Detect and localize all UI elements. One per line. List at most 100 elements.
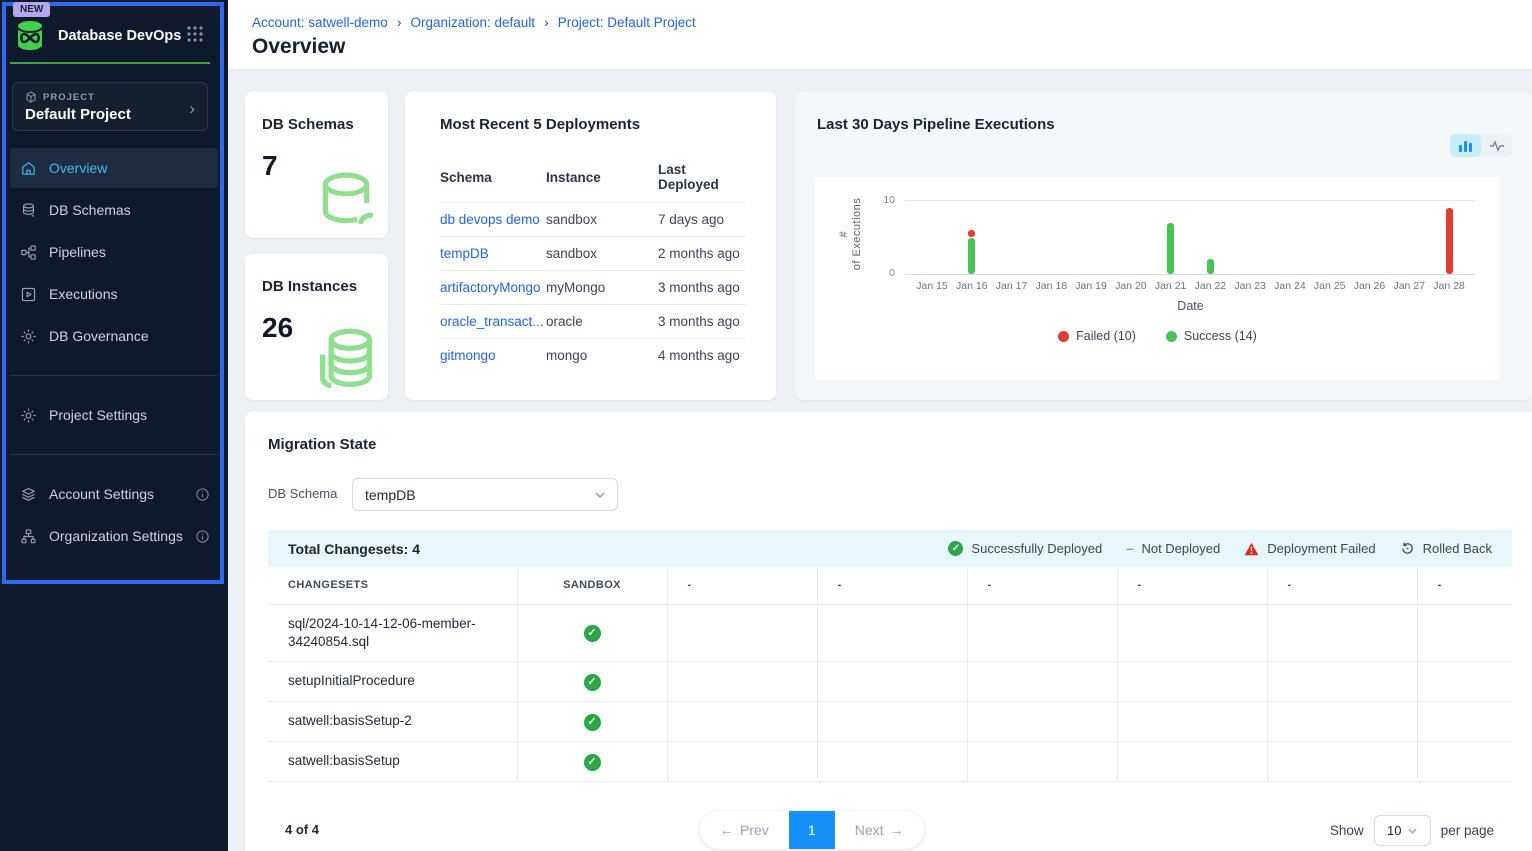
- sidebar-nav: OverviewDB SchemasPipelinesExecutions DB …: [0, 148, 228, 558]
- project-selector[interactable]: PROJECT Default Project ›: [12, 82, 208, 131]
- sidebar-item-account-settings[interactable]: Account Settings: [10, 474, 218, 514]
- schema-link[interactable]: gitmongo: [440, 348, 546, 363]
- page-title: Overview: [252, 35, 345, 59]
- changeset-name: satwell:basisSetup: [268, 741, 517, 781]
- gear-icon: [20, 407, 37, 424]
- bar-jan-16: [968, 238, 975, 275]
- sidebar-item-label: DB Governance: [49, 328, 149, 344]
- breadcrumb: Account: satwell-demo › Organization: defa…: [252, 14, 696, 30]
- sidebar-item-project-settings[interactable]: Project Settings: [10, 395, 218, 435]
- stat-label: DB Instances: [262, 278, 357, 295]
- legend-item-success-14-: Success (14): [1166, 329, 1257, 343]
- x-axis-label: Date: [1161, 299, 1221, 313]
- chevron-down-icon: [595, 492, 605, 498]
- status-legend-rolled-back: Rolled Back: [1400, 541, 1492, 556]
- sidebar-item-db-governance[interactable]: DB Governance: [10, 316, 218, 356]
- dash-icon: –: [1126, 541, 1133, 556]
- deploy-col-schema: Schema: [440, 154, 546, 203]
- changeset-name: sql/2024-10-14-12-06-member-34240854.sql: [268, 604, 517, 661]
- sidebar-item-organization-settings[interactable]: Organization Settings: [10, 516, 218, 556]
- sandbox-status-cell: ✓: [517, 661, 667, 701]
- sidebar-item-db-schemas[interactable]: DB Schemas: [10, 190, 218, 230]
- app-logo-database-icon: [12, 18, 48, 55]
- x-axis-line: [905, 274, 1475, 275]
- empty-cell: [667, 741, 817, 781]
- schema-link[interactable]: oracle_transact...: [440, 314, 546, 329]
- migration-state-panel: Migration State DB Schema tempDB Total C…: [245, 412, 1532, 851]
- last-deployed-cell: 2 months ago: [658, 237, 746, 271]
- apps-grid-icon[interactable]: [186, 25, 204, 48]
- prev-page-button[interactable]: ← Prev: [700, 811, 789, 849]
- sidebar-item-pipelines[interactable]: Pipelines: [10, 232, 218, 272]
- cs-col-dash-6: -: [1267, 567, 1417, 604]
- page-1-button[interactable]: 1: [789, 811, 835, 849]
- gridline-10: [905, 200, 1475, 201]
- breadcrumb-separator: ›: [544, 14, 549, 30]
- pipeline-executions-card: Last 30 Days Pipeline Executions #of Exe…: [795, 92, 1532, 400]
- legend-dot: [1058, 331, 1069, 342]
- database-icon: [20, 202, 37, 219]
- empty-cell: [1117, 741, 1267, 781]
- deploy-row: oracle_transact...oracle3 months ago: [440, 305, 746, 339]
- empty-cell: [817, 701, 967, 741]
- status-legend: ✓Successfully Deployed–Not DeployedDeplo…: [948, 541, 1492, 556]
- show-label: Show: [1330, 823, 1364, 838]
- empty-cell: [667, 604, 817, 661]
- chevron-right-icon: ›: [189, 99, 195, 119]
- db-schema-selected-value: tempDB: [365, 487, 416, 503]
- bar-chart-icon[interactable]: [1450, 134, 1481, 157]
- empty-cell: [967, 604, 1117, 661]
- home-icon: [20, 160, 37, 177]
- y-axis-label: #of Executions: [838, 172, 864, 296]
- last-deployed-cell: 4 months ago: [658, 339, 746, 373]
- executions-chart: #of Executions 100Jan 15Jan 16Jan 17Jan …: [815, 177, 1500, 380]
- migration-title: Migration State: [268, 436, 376, 453]
- instance-cell: sandbox: [546, 203, 658, 237]
- next-page-button[interactable]: Next →: [835, 811, 924, 849]
- row-count: 4 of 4: [285, 822, 319, 837]
- empty-cell: [967, 701, 1117, 741]
- pipeline-icon: [20, 244, 37, 261]
- bar-jan-16: [968, 230, 975, 237]
- empty-cell: [967, 661, 1117, 701]
- breadcrumb-link-2[interactable]: Project: Default Project: [558, 15, 696, 30]
- sidebar-divider: [10, 454, 218, 455]
- db-schema-select[interactable]: tempDB: [352, 478, 618, 511]
- stat-label: DB Schemas: [262, 116, 354, 133]
- line-chart-icon[interactable]: [1481, 134, 1512, 157]
- empty-cell: [1417, 661, 1512, 701]
- last-deployed-cell: 3 months ago: [658, 271, 746, 305]
- gear-icon: [20, 328, 37, 345]
- schema-link[interactable]: artifactoryMongo: [440, 280, 546, 295]
- sidebar-item-executions[interactable]: Executions: [10, 274, 218, 314]
- cs-col-changesets: CHANGESETS: [268, 567, 517, 604]
- changeset-row: satwell:basisSetup-2✓: [268, 701, 1512, 741]
- sidebar-item-label: Account Settings: [49, 486, 154, 502]
- schema-link[interactable]: tempDB: [440, 246, 546, 261]
- page-size-control: Show 10 per page: [1330, 815, 1494, 846]
- empty-cell: [667, 701, 817, 741]
- cs-col-dash-5: -: [1117, 567, 1267, 604]
- empty-cell: [1267, 661, 1417, 701]
- main-content: DB Schemas 7 DB Instances 26 Most Recent…: [228, 71, 1532, 851]
- page-size-select[interactable]: 10: [1374, 815, 1431, 846]
- bar-jan-28: [1446, 208, 1453, 274]
- total-changesets: Total Changesets: 4: [288, 541, 420, 557]
- per-page-label: per page: [1441, 823, 1494, 838]
- schema-link[interactable]: db devops demo: [440, 212, 546, 227]
- x-tick-jan-28: Jan 28: [1426, 280, 1472, 292]
- pagination: ← Prev 1 Next →: [700, 811, 924, 849]
- y-tick-0: 0: [867, 267, 895, 279]
- breadcrumb-link-0[interactable]: Account: satwell-demo: [252, 15, 388, 30]
- database-stack-icon: [312, 326, 380, 396]
- info-icon[interactable]: [195, 529, 210, 544]
- breadcrumb-link-1[interactable]: Organization: default: [410, 15, 535, 30]
- sidebar-item-label: Organization Settings: [49, 528, 183, 544]
- empty-cell: [1417, 604, 1512, 661]
- deployments-title: Most Recent 5 Deployments: [440, 116, 640, 133]
- info-icon[interactable]: [195, 487, 210, 502]
- empty-cell: [1417, 701, 1512, 741]
- sidebar-item-overview[interactable]: Overview: [10, 148, 218, 188]
- cs-col-dash-7: -: [1417, 567, 1512, 604]
- chart-view-toggles: [1450, 134, 1512, 157]
